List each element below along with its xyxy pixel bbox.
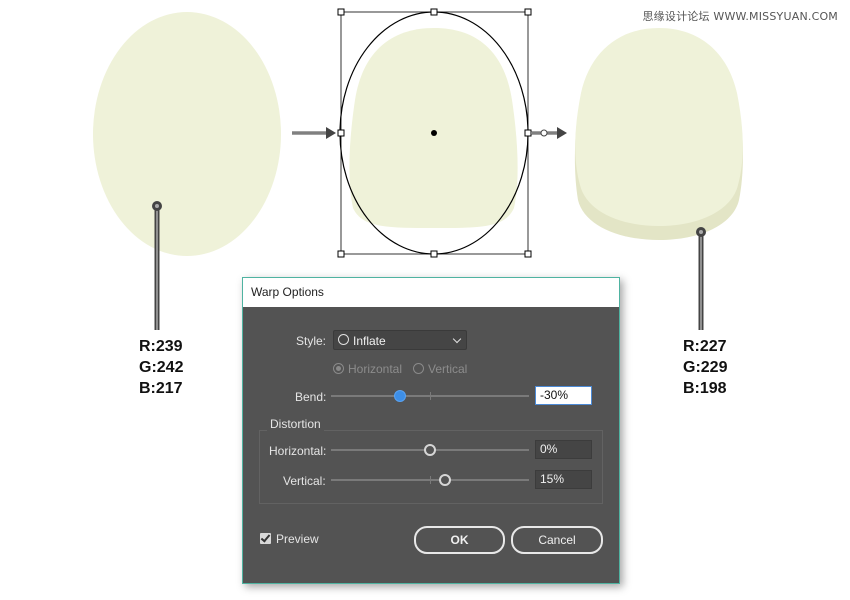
bend-label: Bend: bbox=[295, 390, 327, 404]
ok-button[interactable]: OK bbox=[414, 526, 505, 554]
bend-slider-thumb[interactable] bbox=[394, 390, 407, 402]
left-g-value: G:242 bbox=[139, 359, 184, 376]
vertical-radio-label: Vertical bbox=[428, 362, 468, 376]
style-dropdown[interactable]: Inflate bbox=[333, 330, 467, 350]
checkbox-checked-icon[interactable] bbox=[260, 533, 271, 544]
dialog-title: Warp Options bbox=[243, 278, 619, 307]
left-b-value: B:217 bbox=[139, 380, 183, 397]
eyedropper-icon-right bbox=[696, 227, 706, 330]
bend-input[interactable]: -30% bbox=[535, 386, 592, 405]
right-shape bbox=[575, 28, 743, 226]
dist-vertical-input[interactable]: 15% bbox=[535, 470, 592, 489]
arrow-right-icon-2 bbox=[531, 127, 567, 139]
style-value: Inflate bbox=[353, 334, 386, 348]
left-r-value: R:239 bbox=[139, 338, 183, 355]
center-point bbox=[431, 130, 437, 136]
dist-horizontal-label: Horizontal: bbox=[269, 444, 327, 458]
left-rgb-label: R:239 G:242 B:217 bbox=[139, 336, 183, 399]
distortion-label: Distortion bbox=[267, 417, 324, 431]
right-rgb-label: R:227 G:229 B:198 bbox=[683, 336, 727, 399]
dist-vertical-slider-thumb[interactable] bbox=[438, 474, 451, 486]
style-label: Style: bbox=[296, 334, 327, 348]
horizontal-radio-label: Horizontal bbox=[348, 362, 403, 376]
chevron-down-icon bbox=[452, 334, 462, 344]
dist-vertical-label: Vertical: bbox=[283, 474, 326, 488]
bend-slider-center-tick bbox=[430, 392, 431, 400]
middle-shape bbox=[349, 28, 518, 228]
left-shape bbox=[93, 12, 281, 256]
horizontal-radio[interactable] bbox=[333, 363, 344, 374]
warp-options-dialog: Warp Options Style: Inflate Horizontal V… bbox=[242, 277, 620, 584]
right-b-value: B:198 bbox=[683, 380, 727, 397]
preview-label[interactable]: Preview bbox=[276, 532, 319, 546]
arrow-right-icon bbox=[292, 127, 336, 139]
vertical-radio[interactable] bbox=[413, 363, 424, 374]
dist-horizontal-input[interactable]: 0% bbox=[535, 440, 592, 459]
cancel-button[interactable]: Cancel bbox=[511, 526, 603, 554]
right-g-value: G:229 bbox=[683, 359, 728, 376]
dist-vertical-center-tick bbox=[430, 476, 431, 484]
right-r-value: R:227 bbox=[683, 338, 727, 355]
inflate-icon bbox=[338, 334, 349, 345]
dist-horizontal-slider-thumb[interactable] bbox=[424, 444, 436, 456]
